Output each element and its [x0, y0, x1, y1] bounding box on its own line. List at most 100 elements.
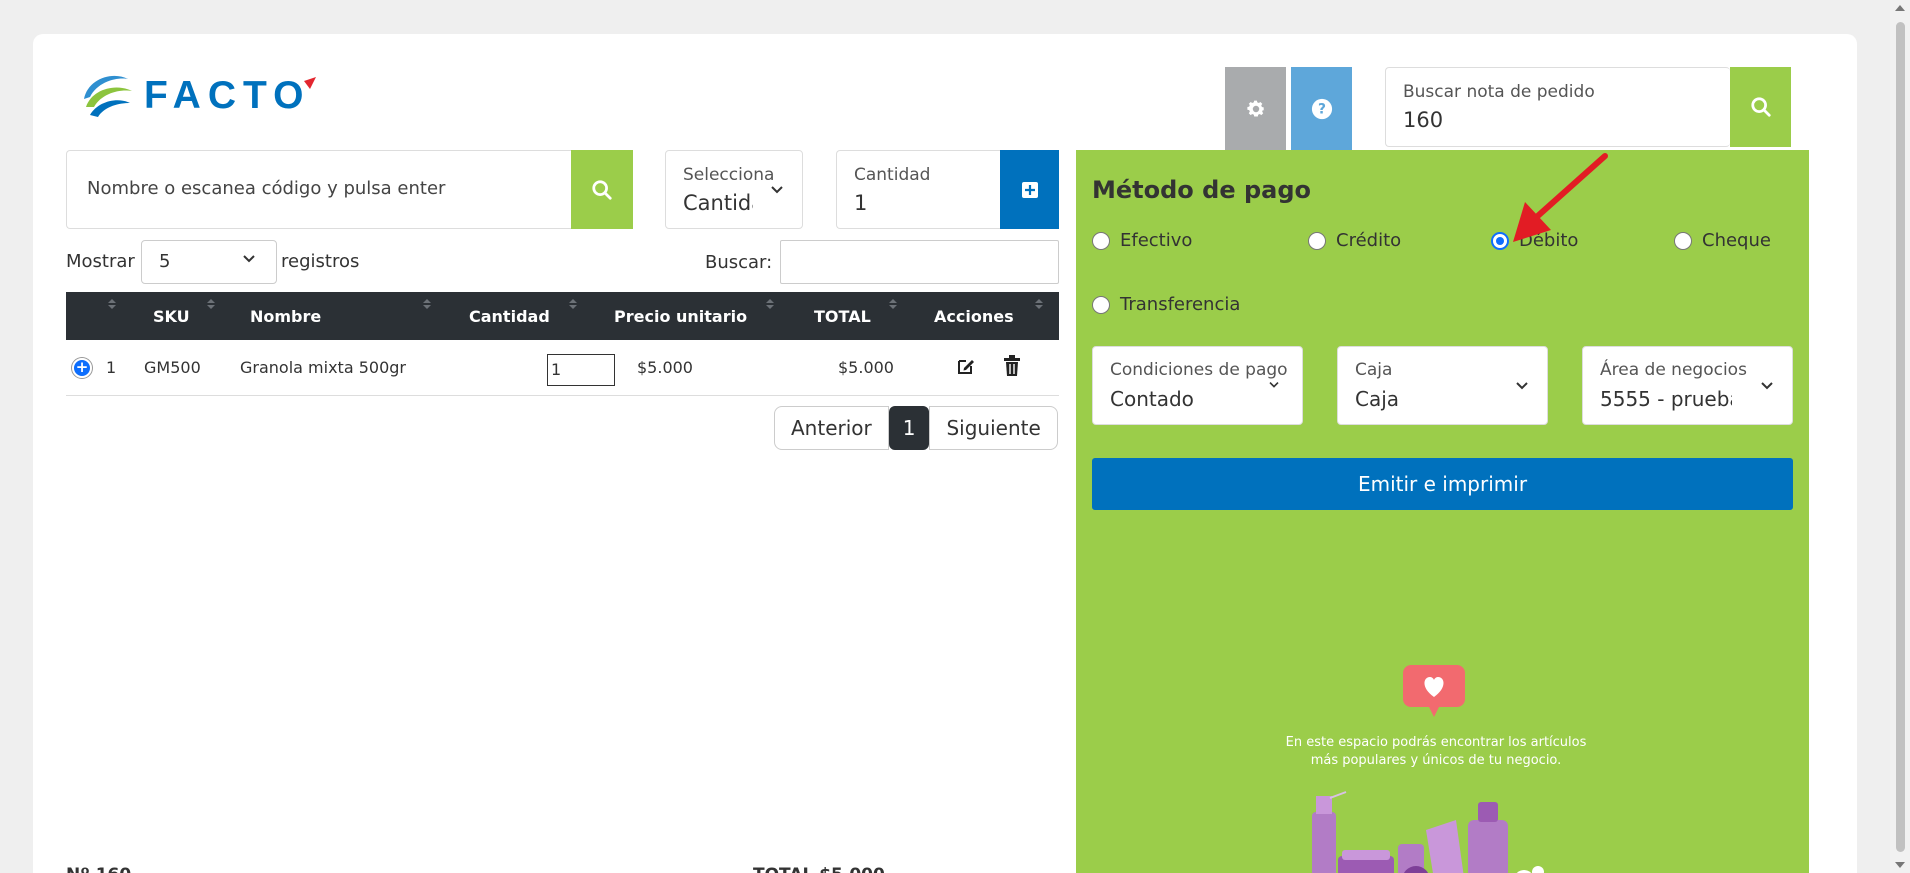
row-sku: GM500: [144, 358, 201, 377]
payment-method-title: Método de pago: [1092, 176, 1311, 204]
sort-icon[interactable]: [207, 299, 215, 309]
main-card: FACTO ? Buscar nota de pedido 160 Nombre…: [33, 34, 1857, 873]
scroll-thumb[interactable]: [1896, 22, 1905, 852]
radio-efectivo[interactable]: Efectivo: [1092, 230, 1192, 251]
sort-icon[interactable]: [889, 299, 897, 309]
page-size-select[interactable]: 5: [141, 240, 277, 284]
scroll-up-icon[interactable]: [1895, 5, 1905, 11]
help-button[interactable]: ?: [1291, 67, 1352, 150]
cashbox-value: Caja: [1355, 387, 1400, 411]
logo-text: FACTO: [144, 74, 311, 117]
sort-icon[interactable]: [1035, 299, 1043, 309]
chevron-down-icon: [243, 255, 255, 263]
table-row: + 1 GM500 Granola mixta 500gr 1 $5.000 $…: [66, 340, 1059, 396]
payment-conditions-select[interactable]: Condiciones de pago Contado: [1092, 346, 1303, 425]
radio-circle[interactable]: [1092, 295, 1110, 314]
row-quantity-value: 1: [551, 360, 562, 379]
sort-icon[interactable]: [766, 299, 774, 309]
sort-icon[interactable]: [108, 299, 116, 309]
header-name[interactable]: Nombre: [250, 307, 321, 326]
payment-conditions-value: Contado: [1110, 387, 1194, 411]
radio-label: Efectivo: [1120, 230, 1193, 251]
header-actions[interactable]: Acciones: [934, 307, 1014, 326]
payment-conditions-label: Condiciones de pago: [1110, 360, 1288, 380]
annotation-arrow-icon: [1513, 153, 1608, 242]
business-area-label: Área de negocios: [1600, 360, 1747, 380]
facto-swoosh-icon: [84, 75, 132, 117]
trash-icon[interactable]: [1003, 355, 1021, 377]
sort-icon[interactable]: [569, 299, 577, 309]
settings-button[interactable]: [1225, 67, 1286, 150]
cashbox-label: Caja: [1355, 360, 1393, 380]
order-total: TOTAL $5.000: [753, 865, 885, 873]
sort-icon[interactable]: [423, 299, 431, 309]
order-search-value[interactable]: 160: [1403, 108, 1443, 132]
mode-select-label: Selecciona: [683, 165, 775, 185]
radio-cheque[interactable]: Cheque: [1674, 230, 1771, 251]
radio-transferencia[interactable]: Transferencia: [1092, 294, 1240, 315]
pagination-prev-button[interactable]: Anterior: [774, 406, 889, 450]
radio-circle[interactable]: [1092, 231, 1110, 250]
expand-row-icon[interactable]: +: [72, 358, 92, 378]
order-search-label: Buscar nota de pedido: [1403, 82, 1595, 102]
gear-icon: [1246, 100, 1265, 117]
product-search-placeholder: Nombre o escanea código y pulsa enter: [87, 178, 446, 199]
page-size-value: 5: [159, 251, 171, 272]
row-quantity-input[interactable]: 1: [547, 354, 615, 386]
pagination: Anterior 1 Siguiente: [774, 406, 1058, 450]
table-search-input[interactable]: [780, 240, 1059, 284]
header-quantity[interactable]: Cantidad: [469, 307, 550, 326]
show-label: Mostrar: [66, 251, 135, 272]
mode-select-value: Cantidad: [683, 191, 753, 215]
pagination-page-1[interactable]: 1: [888, 406, 930, 450]
radio-credito[interactable]: Crédito: [1308, 230, 1401, 251]
row-name: Granola mixta 500gr: [240, 358, 406, 377]
search-icon: [592, 179, 612, 200]
heart-chat-icon: [1403, 665, 1465, 717]
search-icon: [1750, 97, 1771, 117]
chevron-down-icon: [771, 186, 783, 194]
radio-label: Transferencia: [1120, 294, 1241, 315]
product-search-button[interactable]: [571, 150, 633, 229]
facto-logo: FACTO: [78, 64, 318, 128]
order-search-field[interactable]: Buscar nota de pedido 160: [1385, 67, 1730, 147]
header-unit-price[interactable]: Precio unitario: [614, 307, 747, 326]
row-unit-price: $5.000: [637, 358, 693, 377]
quantity-input[interactable]: Cantidad 1: [836, 150, 1004, 229]
row-index: 1: [106, 358, 117, 377]
svg-text:?: ?: [1318, 101, 1326, 117]
table-header: SKU Nombre Cantidad Precio unitario TOTA…: [66, 292, 1059, 340]
cashbox-select[interactable]: Caja Caja: [1337, 346, 1548, 425]
business-area-value: 5555 - prueba: [1600, 387, 1732, 411]
scroll-down-icon[interactable]: [1895, 862, 1905, 868]
question-icon: ?: [1311, 98, 1332, 119]
product-search-input[interactable]: Nombre o escanea código y pulsa enter: [66, 150, 571, 229]
products-illustration-icon: [1312, 791, 1544, 873]
promo-line-2: más populares y únicos de tu negocio.: [1310, 753, 1562, 768]
header-sku[interactable]: SKU: [153, 307, 190, 326]
mode-select[interactable]: Selecciona Cantidad: [665, 150, 803, 229]
radio-label: Cheque: [1702, 230, 1771, 251]
payment-panel: Método de pago Efectivo Crédito Débito C…: [1076, 150, 1809, 873]
edit-icon[interactable]: [956, 356, 976, 376]
chevron-down-icon: [1761, 382, 1773, 390]
radio-circle[interactable]: [1674, 231, 1692, 250]
business-area-select[interactable]: Área de negocios 5555 - prueba: [1582, 346, 1793, 425]
table-search-label: Buscar:: [705, 252, 773, 273]
emit-and-print-button[interactable]: Emitir e imprimir: [1092, 458, 1793, 510]
quantity-label: Cantidad: [854, 165, 931, 185]
chevron-down-icon: [1269, 382, 1279, 388]
add-product-button[interactable]: [1000, 150, 1059, 229]
order-search-button[interactable]: [1730, 67, 1791, 147]
quantity-value[interactable]: 1: [854, 191, 867, 215]
chevron-down-icon: [1516, 382, 1528, 390]
row-total: $5.000: [838, 358, 894, 377]
plus-square-icon: [1021, 181, 1038, 198]
pagination-next-button[interactable]: Siguiente: [929, 406, 1058, 450]
page-scrollbar[interactable]: [1890, 0, 1910, 873]
logo-accent-icon: [304, 77, 317, 89]
header-total[interactable]: TOTAL: [814, 307, 871, 326]
records-label: registros: [281, 251, 360, 272]
radio-circle[interactable]: [1308, 231, 1326, 250]
promo-line-1: En este espacio podrás encontrar los art…: [1285, 735, 1587, 750]
